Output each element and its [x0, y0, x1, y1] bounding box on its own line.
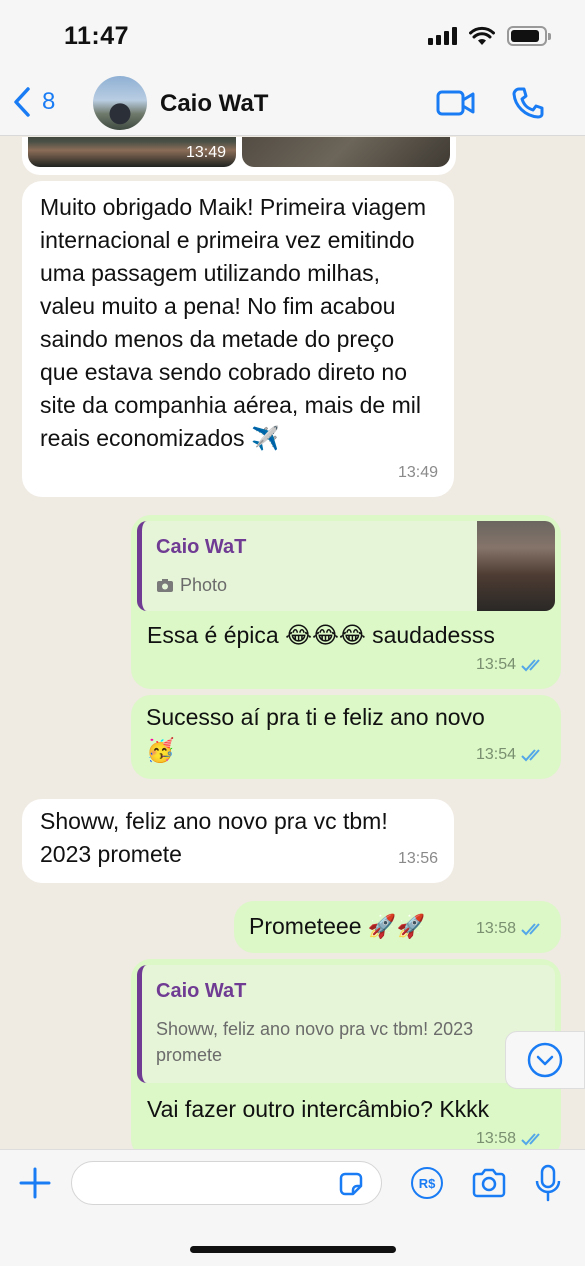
message-incoming[interactable]: Muito obrigado Maik! Primeira viagem int…: [22, 181, 454, 497]
back-button[interactable]: 8: [12, 86, 55, 118]
voice-call-button[interactable]: [512, 86, 544, 125]
video-call-button[interactable]: [436, 88, 476, 123]
read-ticks-icon: [521, 922, 540, 935]
video-call-icon: [436, 90, 475, 116]
message-input[interactable]: [71, 1161, 382, 1205]
message-text: Muito obrigado Maik! Primeira viagem int…: [40, 194, 427, 451]
read-ticks-icon: [521, 1132, 540, 1145]
avatar[interactable]: [93, 76, 147, 130]
scroll-to-bottom-button[interactable]: [505, 1031, 585, 1089]
message-meta: 13:56: [398, 842, 438, 875]
chat-area[interactable]: 13:49 Muito obrigado Maik! Primeira viag…: [0, 137, 585, 1149]
photo-thumbnail[interactable]: 13:49: [28, 137, 236, 167]
message-time: 13:54: [475, 656, 516, 673]
signal-icon: [428, 27, 457, 45]
quote-text: Photo: [180, 575, 228, 595]
phone-icon: [512, 87, 544, 119]
status-time: 11:47: [64, 22, 130, 50]
message-meta: 13:54: [476, 738, 545, 771]
camera-icon: [472, 1168, 506, 1198]
rs-icon: R$: [418, 1175, 436, 1191]
quoted-message[interactable]: Caio WaT Photo: [137, 521, 555, 611]
read-ticks-icon: [521, 748, 540, 761]
message-time: 13:58: [475, 920, 516, 937]
status-bar: 11:47: [0, 0, 585, 72]
quote-author: Caio WaT: [156, 536, 247, 558]
unread-count: 8: [42, 88, 56, 115]
voice-message-button[interactable]: [535, 1164, 561, 1207]
message-outgoing[interactable]: Sucesso aí pra ti e feliz ano novo 🥳 13:…: [131, 695, 561, 779]
quoted-message[interactable]: Caio WaT Showw, feliz ano novo pra vc tb…: [137, 965, 555, 1083]
sticker-icon: [339, 1172, 363, 1196]
message-meta: 13:58: [476, 912, 545, 945]
quote-text: Showw, feliz ano novo pra vc tbm! 2023 p…: [156, 1019, 474, 1065]
image-message[interactable]: 13:49: [22, 137, 456, 175]
contact-name[interactable]: Caio WaT: [160, 90, 268, 118]
message-meta: 13:54: [476, 648, 545, 681]
camera-small-icon: [157, 578, 173, 592]
attach-button[interactable]: [18, 1166, 52, 1205]
message-incoming[interactable]: Showw, feliz ano novo pra vc tbm! 2023 p…: [22, 799, 454, 883]
message-text: Sucesso aí pra ti e feliz ano novo 🥳: [146, 704, 485, 763]
message-text: Showw, feliz ano novo pra vc tbm! 2023 p…: [40, 808, 388, 867]
message-time: 13:56: [397, 850, 438, 867]
message-outgoing[interactable]: Caio WaT Showw, feliz ano novo pra vc tb…: [131, 959, 561, 1149]
battery-icon: [507, 26, 551, 46]
message-time: 13:58: [475, 1130, 516, 1147]
quote-photo-thumbnail: [477, 521, 555, 611]
microphone-icon: [535, 1164, 561, 1202]
plus-icon: [19, 1167, 51, 1199]
message-time: 13:54: [475, 746, 516, 763]
quote-body: Photo: [156, 572, 465, 598]
message-meta: 13:58: [476, 1122, 545, 1149]
camera-button[interactable]: [471, 1168, 507, 1203]
message-text: Essa é épica 😂😂😂 saudadesss: [147, 622, 495, 648]
message-outgoing[interactable]: Caio WaT Photo Essa é épica 😂😂😂 saudades…: [131, 515, 561, 689]
message-time: 13:49: [185, 144, 226, 161]
home-indicator: [190, 1246, 396, 1253]
back-chevron-icon: [14, 87, 30, 117]
message-text: Vai fazer outro intercâmbio? Kkkk: [147, 1096, 490, 1122]
wifi-icon: [469, 26, 495, 45]
quote-author: Caio WaT: [156, 980, 247, 1002]
message-time: 13:49: [397, 464, 438, 481]
message-outgoing[interactable]: Prometeee 🚀🚀 13:58: [234, 901, 561, 953]
sticker-button[interactable]: [337, 1170, 365, 1203]
status-icons: [428, 26, 551, 46]
payment-button[interactable]: R$: [411, 1167, 443, 1199]
read-ticks-icon: [521, 658, 540, 671]
photo-thumbnail[interactable]: [242, 137, 450, 167]
chat-header: 8 Caio WaT: [0, 72, 585, 136]
message-meta: 13:49: [398, 456, 438, 489]
chevron-down-icon: [527, 1042, 563, 1078]
